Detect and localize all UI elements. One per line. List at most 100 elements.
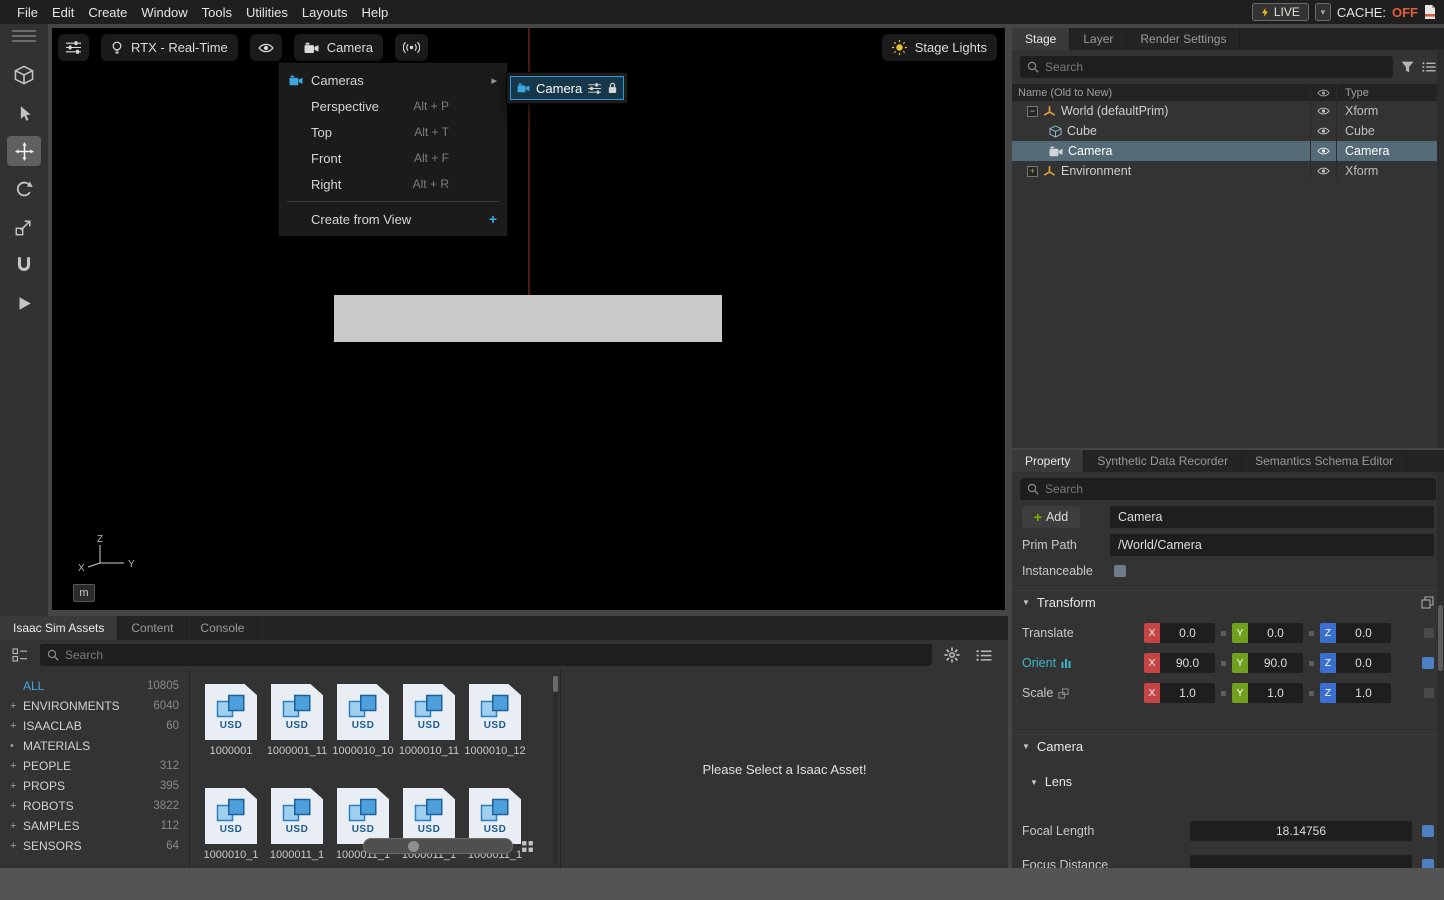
menu-item-create-from-view[interactable]: Create from View + — [279, 206, 507, 232]
category-robots[interactable]: + ROBOTS 3822 — [0, 796, 189, 816]
stage-search-input[interactable] — [1045, 60, 1386, 74]
move-tool[interactable] — [7, 136, 41, 166]
tree-row-world[interactable]: − World (defaultPrim) Xform — [1012, 101, 1444, 121]
grid-horizontal-scrollbar[interactable] — [363, 838, 513, 854]
grid-vertical-scrollbar[interactable] — [553, 674, 558, 864]
category-sensors[interactable]: + SENSORS 64 — [0, 836, 189, 856]
x-axis-chip[interactable]: X — [1144, 623, 1160, 643]
tab-console[interactable]: Console — [187, 616, 258, 640]
translate-y-field[interactable]: 0.0 — [1248, 623, 1303, 643]
asset-item[interactable]: USD 1000010_12 — [468, 684, 522, 759]
add-button[interactable]: + Add — [1022, 506, 1080, 528]
tab-content[interactable]: Content — [118, 616, 187, 640]
menu-tools[interactable]: Tools — [195, 5, 239, 20]
renderer-button[interactable]: RTX - Real-Time — [101, 34, 238, 61]
category-people[interactable]: + PEOPLE 312 — [0, 756, 189, 776]
tree-row-camera[interactable]: Camera Camera — [1012, 141, 1444, 161]
menu-help[interactable]: Help — [354, 5, 395, 20]
sensor-button[interactable] — [395, 34, 428, 61]
menu-utilities[interactable]: Utilities — [239, 5, 295, 20]
scale-tool[interactable] — [7, 212, 41, 242]
asset-item[interactable]: USD 1000001 — [204, 684, 258, 759]
category-isaaclab[interactable]: + ISAACLAB 60 — [0, 716, 189, 736]
viewport[interactable]: RTX - Real-Time Camera Stage Lights Z Y … — [52, 28, 1005, 610]
menu-item-front[interactable]: Front Alt + F — [279, 145, 507, 171]
asset-item[interactable]: USD 1000001_11 — [270, 684, 324, 759]
name-column-header[interactable]: Name (Old to New) — [1012, 87, 1310, 99]
orient-checkbox[interactable] — [1422, 657, 1434, 669]
stage-scrollbar[interactable] — [1437, 50, 1444, 448]
transform-section-header[interactable]: ▼ Transform — [1012, 590, 1444, 614]
visibility-button[interactable] — [250, 34, 282, 61]
visibility-toggle[interactable] — [1310, 101, 1336, 121]
filter-icon[interactable] — [1401, 61, 1414, 73]
tab-property[interactable]: Property — [1012, 450, 1084, 472]
property-scrollbar[interactable] — [1437, 472, 1444, 868]
category-samples[interactable]: + SAMPLES 112 — [0, 816, 189, 836]
prim-name-field[interactable]: Camera — [1110, 506, 1434, 528]
tab-semantics-schema-editor[interactable]: Semantics Schema Editor — [1242, 450, 1407, 472]
translate-x-field[interactable]: 0.0 — [1160, 623, 1215, 643]
focal-length-checkbox[interactable] — [1422, 825, 1434, 837]
menu-layouts[interactable]: Layouts — [295, 5, 355, 20]
tab-layer[interactable]: Layer — [1070, 28, 1127, 50]
row-option-control[interactable] — [1424, 628, 1434, 638]
rotate-tool[interactable] — [7, 174, 41, 204]
asset-item[interactable]: USD 1000011_1 — [270, 788, 324, 863]
live-dropdown-button[interactable]: ▾ — [1315, 3, 1331, 21]
focal-length-field[interactable]: 18.14756 — [1190, 821, 1412, 841]
snap-tool[interactable] — [7, 250, 41, 280]
instanceable-checkbox[interactable] — [1114, 565, 1126, 577]
play-button[interactable] — [7, 288, 41, 318]
menu-edit[interactable]: Edit — [45, 5, 81, 20]
z-axis-chip[interactable]: Z — [1320, 653, 1336, 673]
menu-item-perspective[interactable]: Perspective Alt + P — [279, 93, 507, 119]
viewport-settings-button[interactable] — [58, 34, 89, 61]
visibility-toggle[interactable] — [1310, 121, 1336, 141]
menu-window[interactable]: Window — [134, 5, 194, 20]
stage-lights-button[interactable]: Stage Lights — [882, 34, 997, 61]
tab-stage[interactable]: Stage — [1012, 28, 1070, 50]
x-axis-chip[interactable]: X — [1144, 653, 1160, 673]
orient-x-field[interactable]: 90.0 — [1160, 653, 1215, 673]
list-view-button[interactable] — [972, 644, 996, 666]
copy-panel-icon[interactable] — [1421, 596, 1434, 609]
focus-distance-field[interactable] — [1190, 855, 1412, 868]
tab-isaac-sim-assets[interactable]: Isaac Sim Assets — [0, 616, 118, 640]
link-icon[interactable] — [1058, 688, 1069, 699]
menu-item-right[interactable]: Right Alt + R — [279, 171, 507, 197]
submenu-item-camera[interactable]: Camera — [510, 76, 624, 100]
sliders-icon[interactable] — [588, 83, 601, 94]
category-props[interactable]: + PROPS 395 — [0, 776, 189, 796]
y-axis-chip[interactable]: Y — [1232, 683, 1248, 703]
asset-item[interactable]: USD 1000010_11 — [402, 684, 456, 759]
unit-badge[interactable]: m — [73, 584, 95, 602]
menu-create[interactable]: Create — [81, 5, 134, 20]
type-column-header[interactable]: Type — [1336, 84, 1444, 101]
camera-button[interactable]: Camera — [294, 34, 383, 61]
category-view-button[interactable] — [8, 644, 32, 666]
orient-y-field[interactable]: 90.0 — [1248, 653, 1303, 673]
toolbar-grip[interactable] — [12, 30, 36, 42]
assets-settings-button[interactable] — [940, 644, 964, 666]
assets-search-input[interactable] — [65, 648, 925, 662]
tree-row-environment[interactable]: + Environment Xform — [1012, 161, 1444, 181]
tab-render-settings[interactable]: Render Settings — [1127, 28, 1240, 50]
menu-file[interactable]: File — [10, 5, 45, 20]
select-box-tool[interactable] — [7, 60, 41, 90]
scale-x-field[interactable]: 1.0 — [1160, 683, 1215, 703]
select-tool[interactable] — [7, 98, 41, 128]
expand-expander[interactable]: + — [1027, 166, 1038, 177]
tab-synthetic-data-recorder[interactable]: Synthetic Data Recorder — [1084, 450, 1242, 472]
asset-item[interactable]: USD 1000010_1 — [204, 788, 258, 863]
prim-path-field[interactable]: /World/Camera — [1110, 534, 1434, 556]
menu-item-top[interactable]: Top Alt + T — [279, 119, 507, 145]
lens-section-header[interactable]: ▼ Lens — [1020, 772, 1444, 792]
property-search-input[interactable] — [1045, 482, 1429, 496]
category-all[interactable]: ALL 10805 — [0, 676, 189, 696]
asset-item[interactable]: USD 1000010_10 — [336, 684, 390, 759]
tree-row-cube[interactable]: Cube Cube — [1012, 121, 1444, 141]
z-axis-chip[interactable]: Z — [1320, 683, 1336, 703]
category-environments[interactable]: + ENVIRONMENTS 6040 — [0, 696, 189, 716]
options-menu-icon[interactable] — [1422, 61, 1436, 73]
